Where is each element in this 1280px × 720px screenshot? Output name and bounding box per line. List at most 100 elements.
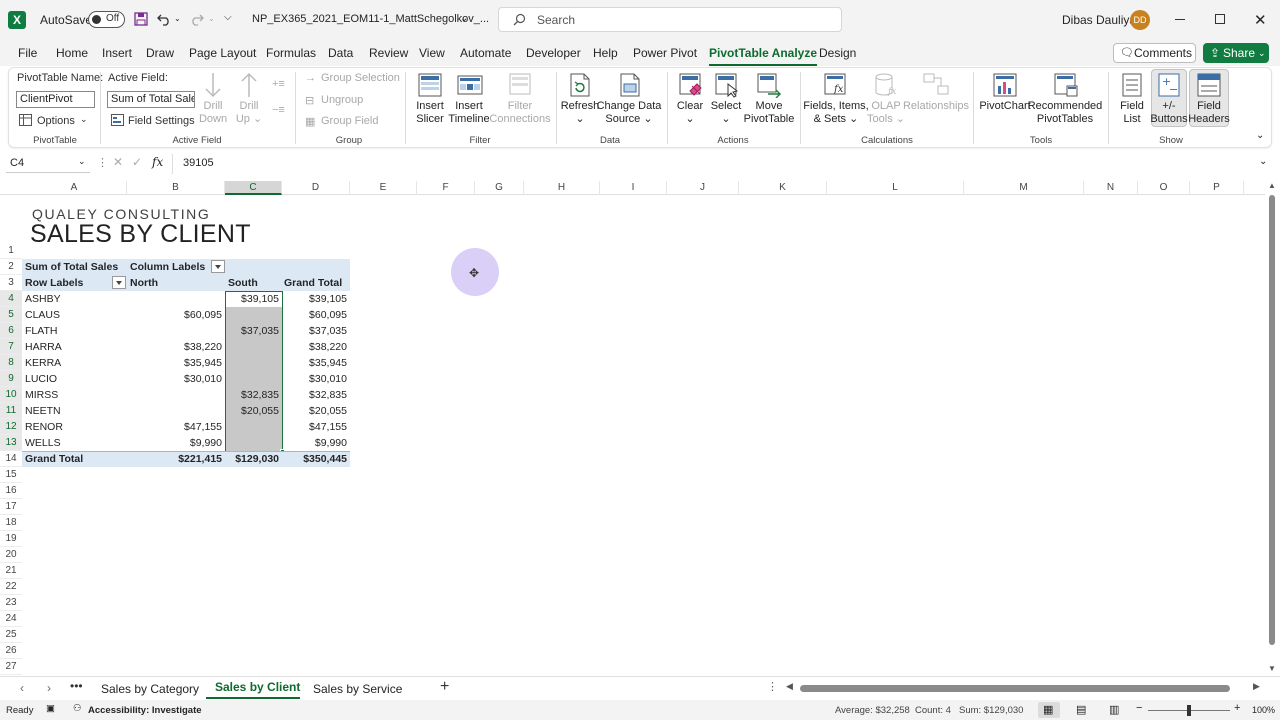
row-label[interactable]: RENOR — [25, 419, 63, 435]
search-box[interactable]: Search — [498, 7, 842, 32]
column-header-n[interactable]: N — [1084, 181, 1138, 195]
close-icon[interactable]: ✕ — [1254, 11, 1267, 29]
column-header-e[interactable]: E — [350, 181, 417, 195]
column-header-a[interactable]: A — [22, 181, 127, 195]
row-header-24[interactable]: 24 — [0, 611, 22, 627]
south-value[interactable]: $32,835 — [225, 387, 282, 403]
horizontal-scroll-thumb[interactable] — [800, 685, 1230, 692]
column-header-l[interactable]: L — [827, 181, 964, 195]
ribbon-collapse-chevron-icon[interactable]: ⌄ — [1256, 130, 1264, 141]
row-header-23[interactable]: 23 — [0, 595, 22, 611]
insert-timeline-button[interactable]: Insert Timeline — [448, 100, 489, 126]
expand-formula-bar-icon[interactable]: ⌄ — [1259, 156, 1267, 167]
north-value[interactable]: $47,155 — [127, 419, 225, 435]
column-header-h[interactable]: H — [524, 181, 600, 195]
tab-design[interactable]: Design — [819, 46, 856, 60]
column-header-d[interactable]: D — [282, 181, 350, 195]
tab-split-handle-icon[interactable]: ⋮ — [767, 680, 778, 693]
north-value[interactable] — [127, 403, 225, 419]
total-value[interactable]: $9,990 — [282, 435, 350, 451]
header-grand-total[interactable]: Grand Total — [284, 275, 342, 291]
row-header-16[interactable]: 16 — [0, 483, 22, 499]
zoom-in-icon[interactable]: + — [1234, 702, 1240, 714]
south-value[interactable] — [225, 355, 282, 371]
field-settings-button[interactable]: Field Settings — [128, 115, 195, 127]
field-list-button[interactable]: Field List — [1120, 100, 1144, 126]
south-value[interactable] — [225, 419, 282, 435]
select-button[interactable]: Select ⌄ — [711, 100, 742, 126]
clear-button[interactable]: Clear ⌄ — [677, 100, 703, 126]
tab-power-pivot[interactable]: Power Pivot — [633, 46, 697, 60]
row-header-6[interactable]: 6 — [0, 323, 22, 339]
row-label[interactable]: KERRA — [25, 355, 61, 371]
row-header-10[interactable]: 10 — [0, 387, 22, 403]
column-header-f[interactable]: F — [417, 181, 475, 195]
share-chevron-icon[interactable]: ⌄ — [1258, 44, 1266, 62]
south-value[interactable] — [225, 435, 282, 451]
insert-function-button[interactable]: fx — [152, 155, 163, 169]
row-header-7[interactable]: 7 — [0, 339, 22, 355]
tab-home[interactable]: Home — [56, 46, 88, 60]
accessibility-status[interactable]: Accessibility: Investigate — [88, 705, 202, 716]
tab-file[interactable]: File — [18, 46, 37, 60]
row-header-19[interactable]: 19 — [0, 531, 22, 547]
row-header-26[interactable]: 26 — [0, 643, 22, 659]
row-header-13[interactable]: 13 — [0, 435, 22, 451]
more-sheets-icon[interactable]: ••• — [70, 679, 83, 693]
grand-total-north[interactable]: $221,415 — [127, 451, 225, 467]
tab-automate[interactable]: Automate — [460, 46, 511, 60]
column-header-g[interactable]: G — [475, 181, 524, 195]
row-header-22[interactable]: 22 — [0, 579, 22, 595]
user-name[interactable]: Dibas Dauliya — [1062, 13, 1136, 27]
tab-insert[interactable]: Insert — [102, 46, 132, 60]
column-header-p[interactable]: P — [1190, 181, 1244, 195]
vertical-scrollbar[interactable]: ▲ ▼ — [1266, 181, 1278, 675]
vertical-scroll-thumb[interactable] — [1269, 195, 1275, 645]
pivotchart-button[interactable]: PivotChart — [979, 100, 1030, 113]
total-value[interactable]: $30,010 — [282, 371, 350, 387]
undo-dropdown-icon[interactable]: ⌄ — [174, 14, 181, 23]
row-header-14[interactable]: 14 — [0, 451, 22, 467]
add-sheet-icon[interactable]: + — [440, 678, 449, 696]
pivot-row-labels[interactable]: Row Labels — [25, 275, 83, 291]
tab-formulas[interactable]: Formulas — [266, 46, 316, 60]
customize-toolbar-icon[interactable]: ⌵ — [224, 12, 232, 23]
share-button[interactable]: ⇪ Share ⌄ — [1203, 43, 1269, 63]
row-header-18[interactable]: 18 — [0, 515, 22, 531]
north-value[interactable] — [127, 323, 225, 339]
sum-stat[interactable]: Sum: $129,030 — [959, 705, 1023, 716]
save-icon[interactable] — [134, 12, 148, 26]
tab-developer[interactable]: Developer — [526, 46, 581, 60]
row-label[interactable]: FLATH — [25, 323, 57, 339]
avatar[interactable]: DD — [1130, 10, 1150, 30]
formula-input[interactable]: 39105 — [183, 157, 214, 169]
total-value[interactable]: $37,035 — [282, 323, 350, 339]
row-labels-filter-button[interactable] — [112, 276, 126, 289]
south-value[interactable] — [225, 339, 282, 355]
next-sheet-icon[interactable]: › — [47, 681, 51, 695]
row-header-1[interactable]: 1 — [0, 196, 22, 259]
page-layout-view-icon[interactable]: ▤ — [1076, 703, 1086, 716]
scroll-left-icon[interactable]: ◀ — [786, 681, 793, 692]
column-header-b[interactable]: B — [127, 181, 225, 195]
column-header-o[interactable]: O — [1138, 181, 1190, 195]
row-header-8[interactable]: 8 — [0, 355, 22, 371]
options-chevron-icon[interactable]: ⌄ — [80, 114, 88, 125]
average-stat[interactable]: Average: $32,258 — [835, 705, 910, 716]
sheet-tab-sales-by-client[interactable]: Sales by Client — [215, 680, 300, 694]
total-value[interactable]: $39,105 — [282, 291, 350, 307]
header-north[interactable]: North — [130, 275, 158, 291]
north-value[interactable] — [127, 291, 225, 307]
north-value[interactable]: $30,010 — [127, 371, 225, 387]
tab-page-layout[interactable]: Page Layout — [189, 46, 256, 60]
row-header-27[interactable]: 27 — [0, 659, 22, 675]
row-header-3[interactable]: 3 — [0, 275, 22, 291]
south-value[interactable]: $37,035 — [225, 323, 282, 339]
north-value[interactable]: $35,945 — [127, 355, 225, 371]
row-header-11[interactable]: 11 — [0, 403, 22, 419]
row-label[interactable]: NEETN — [25, 403, 61, 419]
row-header-20[interactable]: 20 — [0, 547, 22, 563]
row-label[interactable]: WELLS — [25, 435, 61, 451]
total-value[interactable]: $35,945 — [282, 355, 350, 371]
grand-total-south[interactable]: $129,030 — [225, 451, 282, 467]
